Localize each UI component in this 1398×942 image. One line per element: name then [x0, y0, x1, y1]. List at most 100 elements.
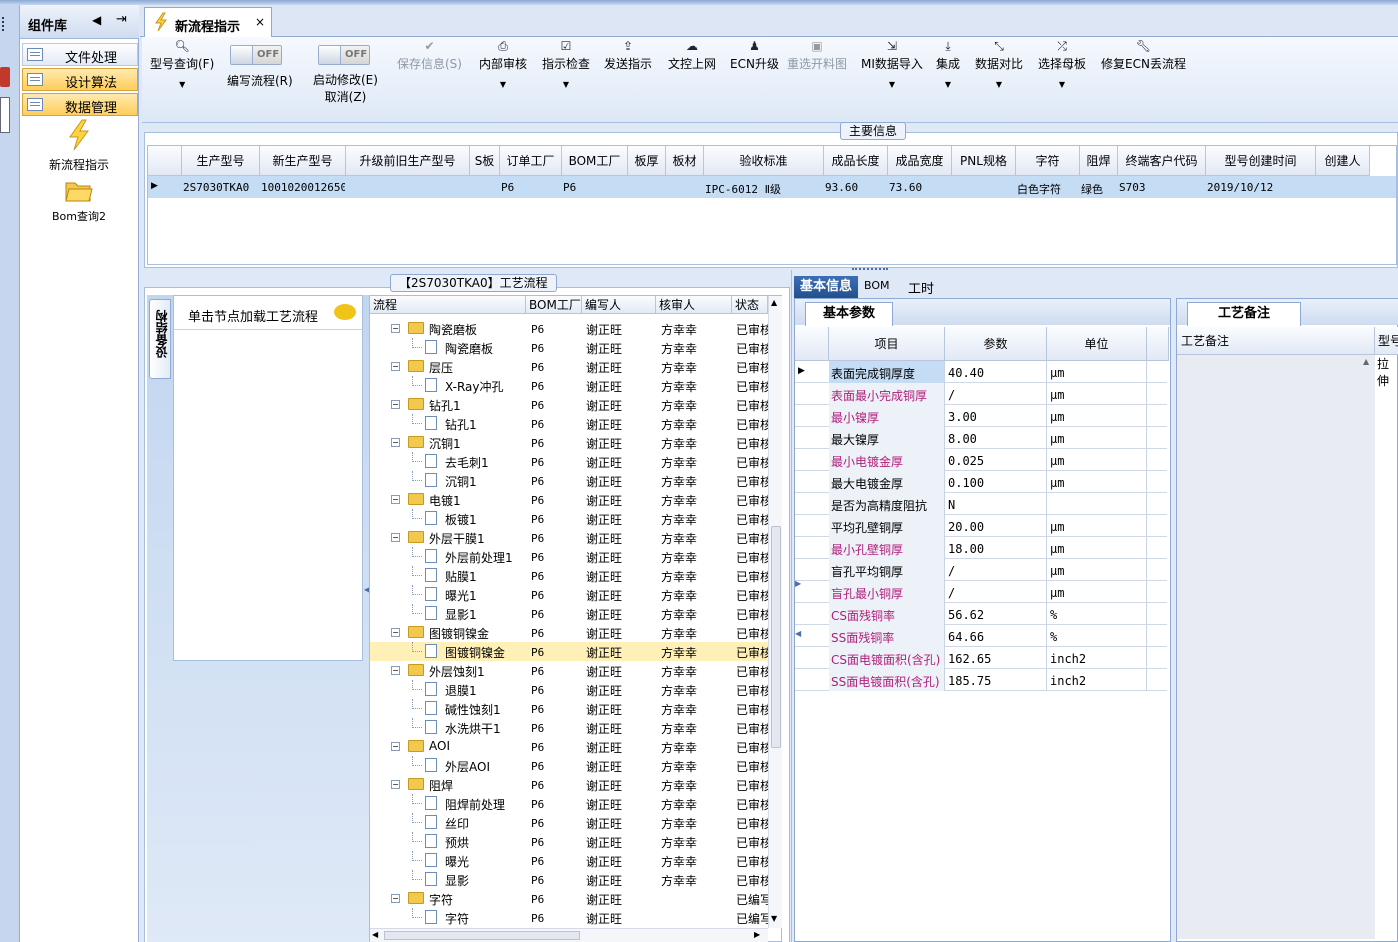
tool-bom-query[interactable]: Bom查询2 [24, 177, 134, 224]
scroll-right-icon[interactable]: ▶ [754, 930, 760, 939]
param-row[interactable]: CS面电镀面积(含孔) 162.65 inch2 [795, 647, 1167, 669]
column-header[interactable]: 字符 [1016, 146, 1080, 176]
param-row[interactable]: 是否为高精度阻抗 N [795, 493, 1167, 515]
flow-step-node[interactable]: 沉铜1 P6 谢正旺 方幸幸 已审核 [370, 471, 768, 490]
param-row[interactable]: SS面电镀面积(含孔) 185.75 inch2 [795, 669, 1167, 691]
dropdown-arrow-icon[interactable]: ▼ [542, 80, 590, 89]
flow-step-node[interactable]: 丝印 P6 谢正旺 方幸幸 已审核 [370, 813, 768, 832]
collapse-toggle-icon[interactable]: − [391, 495, 400, 504]
param-row[interactable]: 平均孔壁铜厚 20.00 μm [795, 515, 1167, 537]
param-value[interactable]: 56.62 [948, 608, 984, 622]
vertical-scrollbar[interactable]: ▲ ▼ [768, 296, 782, 928]
column-header[interactable]: 流程 [370, 296, 526, 314]
param-value[interactable]: 162.65 [948, 652, 991, 666]
param-row[interactable]: 盲孔最小铜厚 / μm [795, 581, 1167, 603]
scroll-left-icon[interactable]: ◀ [372, 930, 378, 939]
load-flow-hint-row[interactable]: 单击节点加载工艺流程 [174, 296, 362, 330]
flow-step-node[interactable]: 陶瓷磨板 P6 谢正旺 方幸幸 已审核 [370, 338, 768, 357]
collapse-toggle-icon[interactable]: − [391, 780, 400, 789]
collapse-left-icon[interactable]: ◀ [92, 13, 101, 27]
column-header[interactable]: 状态 [732, 296, 768, 314]
column-header[interactable]: 参数 [945, 327, 1047, 361]
flow-step-node[interactable]: 显影 P6 谢正旺 方幸幸 已审核 [370, 870, 768, 889]
column-header[interactable]: 单位 [1047, 327, 1147, 361]
flow-group-node[interactable]: − 层压 P6 谢正旺 方幸幸 已审核 [370, 357, 768, 376]
category-file-processing[interactable]: 文件处理 [22, 43, 138, 66]
column-header[interactable]: 编写人 [582, 296, 656, 314]
collapse-toggle-icon[interactable]: − [391, 628, 400, 637]
flow-group-node[interactable]: − 外层蚀刻1 P6 谢正旺 方幸幸 已审核 [370, 661, 768, 680]
flow-group-node[interactable]: − 字符 P6 谢正旺 已编写 [370, 889, 768, 908]
flow-group-node[interactable]: − 钻孔1 P6 谢正旺 方幸幸 已审核 [370, 395, 768, 414]
flow-step-node[interactable]: 钻孔1 P6 谢正旺 方幸幸 已审核 [370, 414, 768, 433]
column-header[interactable]: 终端客户代码 [1118, 146, 1206, 176]
flow-group-node[interactable]: − 电镀1 P6 谢正旺 方幸幸 已审核 [370, 490, 768, 509]
flow-step-node[interactable]: 字符 P6 谢正旺 已编写 [370, 908, 768, 927]
param-row[interactable]: 最小电镀金厚 0.025 μm [795, 449, 1167, 471]
collapse-toggle-icon[interactable]: − [391, 533, 400, 542]
table-cell[interactable]: S703 [1119, 181, 1205, 194]
param-value[interactable]: 40.40 [948, 366, 984, 380]
flow-group-node[interactable]: − AOI P6 谢正旺 方幸幸 已审核 [370, 737, 768, 756]
equipment-tree[interactable]: 单击节点加载工艺流程 [173, 295, 363, 661]
column-header[interactable]: 板材 [666, 146, 704, 176]
param-value[interactable]: / [948, 586, 955, 600]
splitter-arrow-icon[interactable]: ◀ [795, 629, 801, 638]
close-icon[interactable]: × [255, 15, 265, 29]
param-value[interactable]: 0.100 [948, 476, 984, 490]
flow-step-node[interactable]: 外层前处理1 P6 谢正旺 方幸幸 已审核 [370, 547, 768, 566]
tab-work-hours[interactable]: 工时 [908, 278, 934, 297]
remark-content[interactable] [1177, 355, 1375, 939]
collapse-toggle-icon[interactable]: − [391, 438, 400, 447]
param-value[interactable]: 0.025 [948, 454, 984, 468]
tab-bom[interactable]: BOM [864, 279, 890, 292]
ecn-upgrade-button[interactable]: ♟ ECN升级 [730, 37, 779, 72]
column-header[interactable]: 新生产型号 [260, 146, 346, 176]
collapse-toggle-icon[interactable]: − [391, 742, 400, 751]
collapse-toggle-icon[interactable]: − [391, 400, 400, 409]
flow-group-node[interactable]: − 外层干膜1 P6 谢正旺 方幸幸 已审核 [370, 528, 768, 547]
param-row[interactable]: 最小孔壁铜厚 18.00 μm [795, 537, 1167, 559]
table-cell[interactable]: 2S7030TKA0 [183, 181, 259, 194]
table-cell[interactable]: 白色字符 [1017, 181, 1079, 197]
param-value[interactable]: 20.00 [948, 520, 984, 534]
dropdown-arrow-icon[interactable]: ▼ [936, 80, 960, 89]
table-cell[interactable]: P6 [501, 181, 561, 194]
reselect-cutting-button[interactable]: ▣ 重选开料图 [787, 37, 847, 72]
app-doc-icon[interactable] [0, 97, 10, 133]
dropdown-arrow-icon[interactable]: ▼ [861, 80, 923, 89]
table-cell[interactable]: 73.60 [889, 181, 951, 194]
collapse-toggle-icon[interactable]: − [391, 894, 400, 903]
column-header[interactable]: 核审人 [656, 296, 732, 314]
flow-step-node[interactable]: 碱性蚀刻1 P6 谢正旺 方幸幸 已审核 [370, 699, 768, 718]
category-data-management[interactable]: 数据管理 [22, 93, 138, 116]
flow-group-node[interactable]: − 图镀铜镍金 P6 谢正旺 方幸幸 已审核 [370, 623, 768, 642]
column-header[interactable]: 成品宽度 [888, 146, 952, 176]
column-header[interactable]: BOM工厂 [562, 146, 628, 176]
table-cell[interactable]: 93.60 [825, 181, 887, 194]
param-value[interactable]: 185.75 [948, 674, 991, 688]
repair-ecn-button[interactable]: 🔧︎ 修复ECN丢流程 [1101, 37, 1186, 72]
param-row[interactable]: ▶ 表面完成铜厚度 40.40 μm [795, 361, 1167, 383]
param-value[interactable]: N [948, 498, 955, 512]
param-row[interactable]: 表面最小完成铜厚 / μm [795, 383, 1167, 405]
dropdown-arrow-icon[interactable]: ▼ [975, 80, 1023, 89]
param-row[interactable]: 盲孔平均铜厚 / μm [795, 559, 1167, 581]
integrate-button[interactable]: ⤓ 集成 ▼ [936, 37, 960, 89]
flow-step-node[interactable]: 板镀1 P6 谢正旺 方幸幸 已审核 [370, 509, 768, 528]
data-compare-button[interactable]: ⤡ 数据对比 ▼ [975, 37, 1023, 89]
splitter-grip-icon[interactable] [852, 268, 888, 272]
collapse-toggle-icon[interactable]: − [391, 362, 400, 371]
column-header[interactable]: 创建人 [1316, 146, 1370, 176]
flow-step-node[interactable]: 去毛刺1 P6 谢正旺 方幸幸 已审核 [370, 452, 768, 471]
horizontal-scrollbar[interactable]: ◀ ▶ [370, 928, 768, 942]
table-cell[interactable]: 绿色 [1081, 181, 1117, 197]
column-header[interactable]: 升级前旧生产型号 [346, 146, 470, 176]
column-header[interactable]: 验收标准 [704, 146, 824, 176]
collapse-toggle-icon[interactable]: − [391, 666, 400, 675]
flow-step-node[interactable]: X-Ray冲孔 P6 谢正旺 方幸幸 已审核 [370, 376, 768, 395]
menu-grip-icon[interactable] [2, 17, 6, 31]
tab-process-remark[interactable]: 工艺备注 [1187, 302, 1301, 326]
splitter-arrow-icon[interactable]: ▶ [795, 579, 801, 588]
flow-step-node[interactable]: 曝光1 P6 谢正旺 方幸幸 已审核 [370, 585, 768, 604]
